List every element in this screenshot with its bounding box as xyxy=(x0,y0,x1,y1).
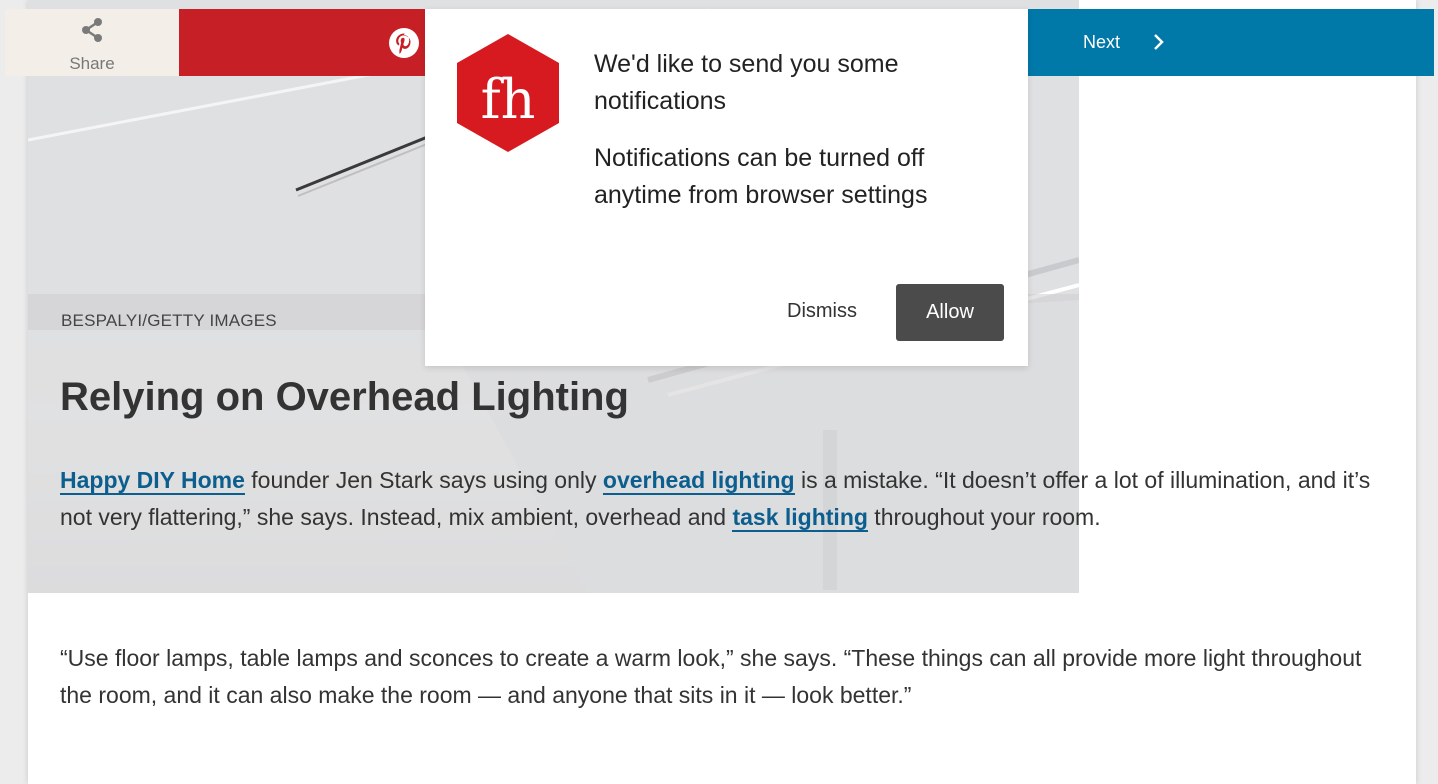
pinterest-button[interactable] xyxy=(179,9,425,76)
paragraph-text: throughout your room. xyxy=(867,504,1101,530)
share-button[interactable]: Share xyxy=(5,9,179,76)
next-label: Next xyxy=(1083,32,1121,52)
fh-logo-icon: fh xyxy=(455,32,561,159)
article-paragraph: Happy DIY Home founder Jen Stark says us… xyxy=(60,462,1390,536)
notification-title: We'd like to send you some notifications xyxy=(594,50,899,115)
fh-logo-text: fh xyxy=(481,68,536,131)
paragraph-text: founder Jen Stark says using only xyxy=(244,467,603,493)
share-icon xyxy=(81,18,103,47)
article-paragraph: “Use floor lamps, table lamps and sconce… xyxy=(60,645,1362,708)
next-button[interactable]: Next xyxy=(1028,9,1434,76)
dismiss-button[interactable]: Dismiss xyxy=(787,300,857,323)
notification-dialog: fh We'd like to send you some notificati… xyxy=(425,9,1028,366)
allow-button[interactable]: Allow xyxy=(896,284,1004,341)
chevron-right-icon xyxy=(1153,33,1165,56)
task-lighting-link[interactable]: task lighting xyxy=(732,504,868,532)
happy-diy-home-link[interactable]: Happy DIY Home xyxy=(60,467,245,495)
photo-credit: BESPALYI/GETTY IMAGES xyxy=(61,311,277,330)
section-heading: Relying on Overhead Lighting xyxy=(60,375,629,419)
overhead-lighting-link[interactable]: overhead lighting xyxy=(602,467,795,495)
pinterest-icon xyxy=(388,27,420,64)
share-label: Share xyxy=(69,54,115,73)
notification-body: Notifications can be turned off anytime … xyxy=(594,144,928,209)
